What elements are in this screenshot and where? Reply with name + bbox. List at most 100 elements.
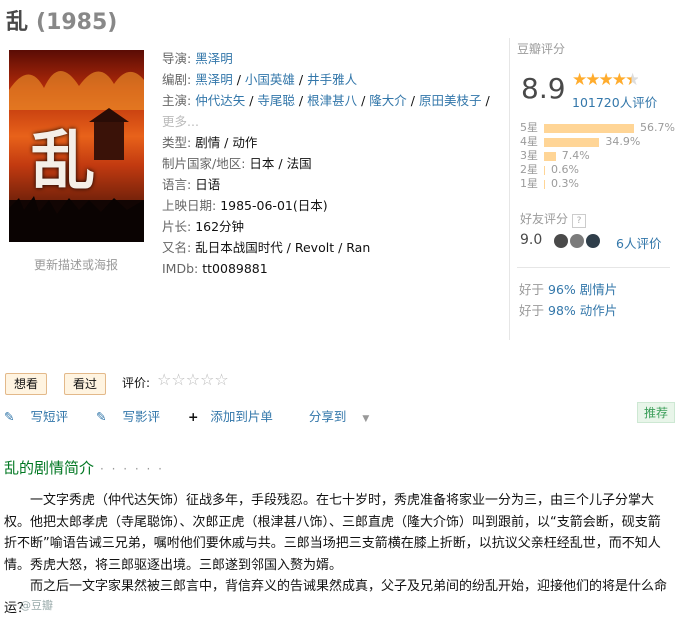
recommend-button[interactable]: 推荐 xyxy=(637,402,675,423)
bar-label: 4星 xyxy=(520,135,538,148)
release-value: 1985-06-01(日本) xyxy=(220,198,328,213)
share-label: 分享到 xyxy=(308,409,347,424)
language-value: 日语 xyxy=(195,177,221,192)
rating-label: 豆瓣评分 xyxy=(517,42,566,56)
bar-percent: 56.7% xyxy=(640,121,675,134)
bar-label: 5星 xyxy=(520,121,538,134)
imdb-key: IMDb: xyxy=(162,261,199,276)
star-outline-icon[interactable]: ☆ xyxy=(186,370,200,389)
cast-more-row: 更多... xyxy=(162,111,507,132)
rating-bar-row: 2星 0.6% xyxy=(520,163,675,177)
short-review-label: 写短评 xyxy=(30,409,68,424)
avatar[interactable] xyxy=(554,234,568,248)
aka-row: 又名: 乱日本战国时代 / Revolt / Ran xyxy=(162,237,507,258)
synopsis-body: 一文字秀虎（仲代达矢饰）征战多年，手段残忍。在七十岁时，秀虎准备将家业一分为三，… xyxy=(4,490,670,619)
runtime-row: 片长: 162分钟 xyxy=(162,216,507,237)
synopsis-paragraph: 而之后一文字家果然被三郎言中，背信弃义的告诫果然成真，父子及兄弟间的纷乱开始，迎… xyxy=(4,579,668,616)
rating-bar-row: 1星 0.3% xyxy=(520,177,675,191)
director-link[interactable]: 黑泽明 xyxy=(195,51,233,66)
runtime-value: 162分钟 xyxy=(195,219,245,234)
star-icon: ★ xyxy=(572,70,587,90)
bar-percent: 34.9% xyxy=(605,135,641,148)
imdb-value: tt0089881 xyxy=(202,261,268,276)
want-to-watch-button[interactable]: 想看 xyxy=(5,373,48,395)
movie-poster[interactable]: 乱 xyxy=(9,50,144,242)
friend-avatars xyxy=(554,234,602,248)
action-bar: ✎ 写短评 ✎ 写影评 + 添加到片单 分享到 ▼ xyxy=(4,406,393,425)
synopsis-paragraph: 一文字秀虎（仲代达矢饰）征战多年，手段残忍。在七十岁时，秀虎准备将家业一分为三，… xyxy=(4,493,661,573)
write-review-button[interactable]: ✎ 写影评 xyxy=(96,409,172,424)
language-key: 语言: xyxy=(162,177,192,192)
watched-button[interactable]: 看过 xyxy=(64,373,107,395)
language-row: 语言: 日语 xyxy=(162,174,507,195)
rating-bar xyxy=(544,179,545,189)
better-than-row: 好于 98% 动作片 xyxy=(519,300,617,321)
better-than: 好于 96% 剧情片 好于 98% 动作片 xyxy=(519,279,617,321)
share-button[interactable]: 分享到 ▼ xyxy=(309,409,381,424)
rating-bar-row: 3星 7.4% xyxy=(520,149,675,163)
country-row: 制片国家/地区: 日本 / 法国 xyxy=(162,153,507,174)
bar-percent: 0.3% xyxy=(551,177,579,190)
caret-down-icon: ▼ xyxy=(362,414,370,424)
star-icon: ★ xyxy=(585,70,600,90)
bar-label: 2星 xyxy=(520,163,538,176)
update-poster-link[interactable]: 更新描述或海报 xyxy=(34,256,118,273)
star-outline-icon[interactable]: ☆ xyxy=(171,370,185,389)
rate-stars[interactable]: ☆☆☆☆☆ xyxy=(157,370,229,389)
imdb-row: IMDb: tt0089881 xyxy=(162,258,507,279)
rating-bar xyxy=(544,151,556,161)
rating-bar xyxy=(544,123,634,133)
friend-score: 9.0 xyxy=(520,232,543,248)
rating-panel: 豆瓣评分 8.9 ★★★★★ 101720人评价 5星 56.7% 4星 34.9%… xyxy=(517,40,675,270)
star-outline-icon[interactable]: ☆ xyxy=(214,370,228,389)
add-to-list-button[interactable]: + 添加到片单 xyxy=(188,409,285,424)
write-review-label: 写影评 xyxy=(122,409,160,424)
writer-link[interactable]: 黑泽明 xyxy=(195,72,233,87)
better-than-row: 好于 96% 剧情片 xyxy=(519,279,617,300)
synopsis-heading: 乱的剧情简介 xyxy=(4,459,95,477)
rating-bar-row: 5星 56.7% xyxy=(520,121,675,135)
rate-label: 评价: xyxy=(122,376,151,390)
short-review-button[interactable]: ✎ 写短评 xyxy=(4,409,80,424)
cast-link[interactable]: 原田美枝子 xyxy=(419,93,482,108)
star-icon: ★ xyxy=(598,70,614,90)
movie-title: 乱 (1985) xyxy=(6,4,117,36)
better-prefix: 好于 xyxy=(519,303,545,318)
star-half-icon: ★ xyxy=(625,70,640,90)
star-icon: ★ xyxy=(611,70,627,90)
better-genre-link[interactable]: 剧情片 xyxy=(580,282,618,297)
friend-rating-label: 好友评分 xyxy=(520,212,569,226)
bar-percent: 0.6% xyxy=(551,163,579,176)
aka-key: 又名: xyxy=(162,240,192,255)
director-key: 导演: xyxy=(162,51,192,66)
comment-icon: ✎ xyxy=(4,409,15,424)
genre-value: 剧情 / 动作 xyxy=(195,135,258,150)
writer-link[interactable]: 小国英雄 xyxy=(245,72,295,87)
rating-stars: ★★★★★ xyxy=(572,70,640,90)
cast-link[interactable]: 隆大介 xyxy=(369,93,407,108)
writer-row: 编剧: 黑泽明 / 小国英雄 / 井手雅人 xyxy=(162,72,358,87)
plus-icon: + xyxy=(187,409,199,424)
watermark: @豆瓣 xyxy=(20,599,53,612)
better-percent-link[interactable]: 96% xyxy=(548,282,576,297)
add-to-list-label: 添加到片单 xyxy=(210,409,273,424)
star-outline-icon[interactable]: ☆ xyxy=(157,370,171,389)
cast-more-link[interactable]: 更多... xyxy=(162,114,199,129)
avatar[interactable] xyxy=(586,234,600,248)
star-outline-icon[interactable]: ☆ xyxy=(200,370,214,389)
cast-link[interactable]: 根津甚八 xyxy=(307,93,357,108)
runtime-key: 片长: xyxy=(162,219,192,234)
bar-label: 1星 xyxy=(520,177,538,190)
writer-link[interactable]: 井手雅人 xyxy=(307,72,357,87)
cast-link[interactable]: 仲代达矢 xyxy=(195,93,245,108)
better-genre-link[interactable]: 动作片 xyxy=(580,303,618,318)
rating-votes-link[interactable]: 101720人评价 xyxy=(572,92,657,111)
friend-rating: 好友评分? 9.0 6人评价 xyxy=(520,210,661,251)
help-icon[interactable]: ? xyxy=(572,214,587,228)
avatar[interactable] xyxy=(570,234,584,248)
better-percent-link[interactable]: 98% xyxy=(548,303,576,318)
cast-link[interactable]: 寺尾聪 xyxy=(257,93,295,108)
friend-count-link[interactable]: 6人评价 xyxy=(616,233,661,252)
genre-row: 类型: 剧情 / 动作 xyxy=(162,132,507,153)
bar-percent: 7.4% xyxy=(561,149,590,162)
